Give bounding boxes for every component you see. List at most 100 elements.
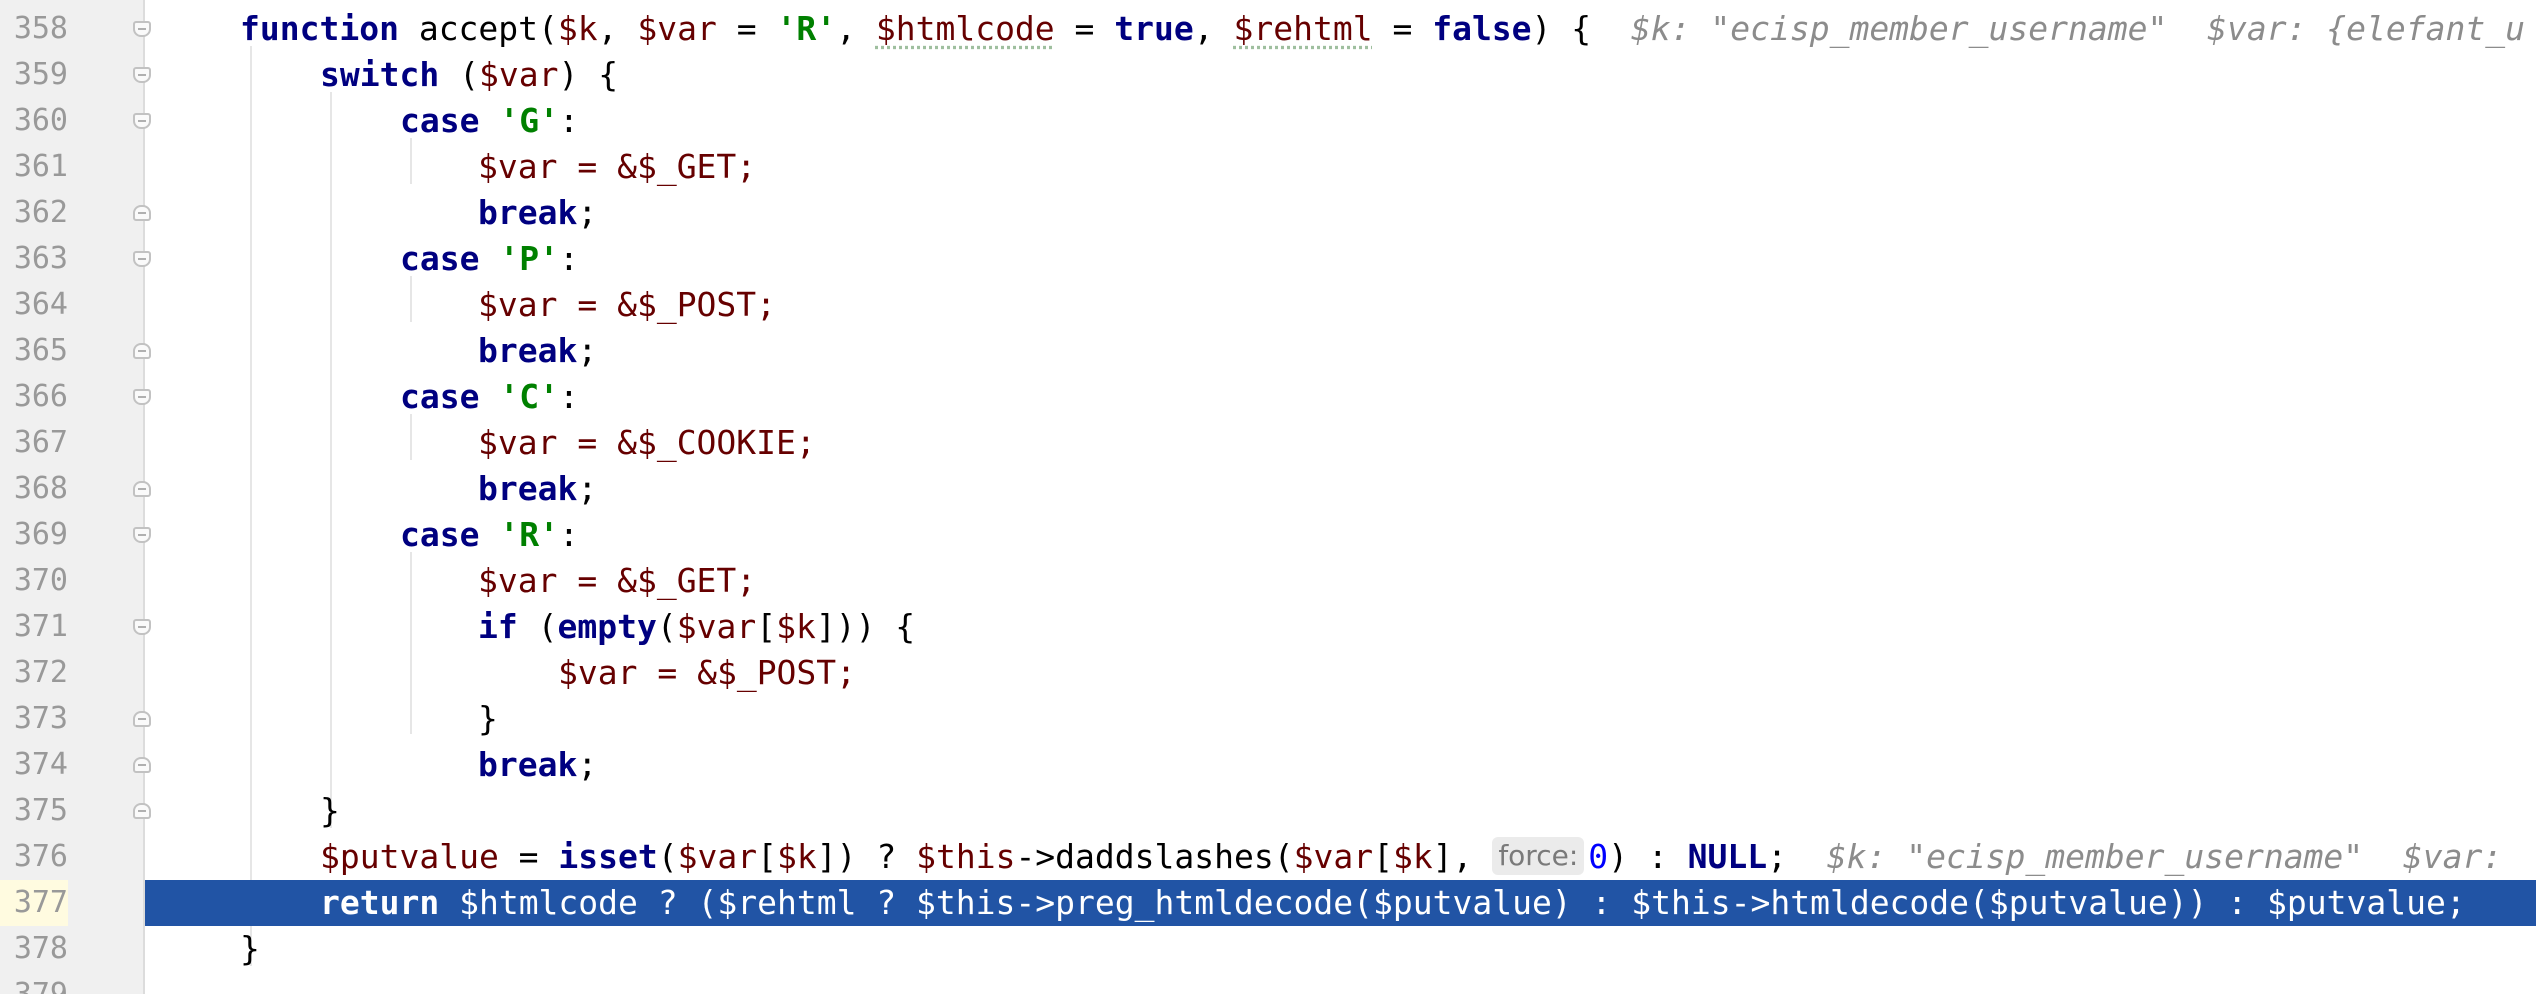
variable: $var <box>558 653 638 692</box>
fold-collapse-icon[interactable] <box>133 527 151 543</box>
keyword: break <box>478 331 578 370</box>
fold-collapse-icon[interactable] <box>133 67 151 83</box>
line-code: case 'R': <box>400 512 579 558</box>
code-line[interactable]: 360 case 'G': <box>0 98 2536 144</box>
code-line[interactable]: 365 break; <box>0 328 2536 374</box>
code-line[interactable]: 369 case 'R': <box>0 512 2536 558</box>
line-code: break; <box>478 742 597 788</box>
token: ])) { <box>815 607 916 646</box>
fold-collapse-icon[interactable] <box>133 21 151 37</box>
code-line[interactable]: 368 break; <box>0 466 2536 512</box>
keyword: if <box>478 607 518 646</box>
fold-end-icon[interactable] <box>133 711 151 727</box>
code-line[interactable]: 361 $var = &$_GET; <box>0 144 2536 190</box>
token: : <box>558 377 579 416</box>
token: ) : <box>1608 837 1688 876</box>
token: : <box>558 239 579 278</box>
line-number: 364 <box>13 287 68 322</box>
keyword: empty <box>557 607 657 646</box>
code-line[interactable]: 370 $var = &$_GET; <box>0 558 2536 604</box>
fold-end-icon[interactable] <box>133 757 151 773</box>
string-literal: 'P' <box>499 239 559 278</box>
line-code: break; <box>478 190 597 236</box>
token: [ <box>1373 837 1393 876</box>
fold-end-icon[interactable] <box>133 481 151 497</box>
variable: $var <box>478 423 558 462</box>
token: , <box>1193 9 1234 48</box>
code-line[interactable]: 366 case 'C': <box>0 374 2536 420</box>
string-literal: 'R' <box>776 9 837 48</box>
closing-brace: } <box>478 699 498 738</box>
keyword: case <box>400 515 480 554</box>
line-number: 366 <box>13 379 68 414</box>
token: ; <box>577 745 598 784</box>
line-number: 379 <box>0 972 68 994</box>
fold-collapse-icon[interactable] <box>133 389 151 405</box>
line-code: function accept($k, $var = 'R', $htmlcod… <box>240 6 2525 52</box>
keyword: NULL <box>1687 837 1768 876</box>
token: ( <box>657 837 678 876</box>
code-line[interactable]: 372 $var = &$_POST; <box>0 650 2536 696</box>
code-line[interactable]: 373 } <box>0 696 2536 742</box>
code-editor[interactable]: 358 function accept($k, $var = 'R', $htm… <box>0 0 2536 994</box>
code-line[interactable]: 375 } <box>0 788 2536 834</box>
token: = &$_GET; <box>557 561 757 600</box>
line-number: 371 <box>13 609 68 644</box>
code-line[interactable]: 364 $var = &$_POST; <box>0 282 2536 328</box>
code-line[interactable]: 378 } <box>0 926 2536 972</box>
code-line[interactable]: 374 break; <box>0 742 2536 788</box>
closing-brace: } <box>240 929 260 968</box>
variable: $k <box>557 9 598 48</box>
line-number: 378 <box>13 931 68 966</box>
line-number: 372 <box>13 655 68 690</box>
variable: $var <box>1293 837 1374 876</box>
fold-collapse-icon[interactable] <box>133 619 151 635</box>
keyword: case <box>400 239 480 278</box>
string-literal: 'G' <box>499 101 559 140</box>
code-line[interactable]: 358 function accept($k, $var = 'R', $htm… <box>0 6 2536 52</box>
variable: $var <box>478 55 559 94</box>
line-number: 367 <box>13 425 68 460</box>
token: [ <box>756 607 777 646</box>
line-number: 376 <box>13 839 68 874</box>
line-code: if (empty($var[$k])) { <box>478 604 915 650</box>
line-code: $var = &$_COOKIE; <box>478 420 816 466</box>
token: ], <box>1432 837 1493 876</box>
line-number: 374 <box>13 747 68 782</box>
code-line[interactable]: 376 $putvalue = isset($var[$k]) ? $this-… <box>0 834 2536 880</box>
token: = &$_POST; <box>637 653 857 692</box>
fold-end-icon[interactable] <box>133 205 151 221</box>
line-code: $var = &$_POST; <box>558 650 856 696</box>
code-line-current[interactable]: 377 return $htmlcode ? ($rehtml ? $this-… <box>0 880 2536 926</box>
token: [ <box>757 837 777 876</box>
keyword: isset <box>558 837 658 876</box>
code-line[interactable]: 362 break; <box>0 190 2536 236</box>
keyword: return <box>320 883 440 922</box>
token: $htmlcode ? ($rehtml ? $this->preg_htmld… <box>439 883 2466 922</box>
line-code: case 'G': <box>400 98 579 144</box>
line-code: break; <box>478 466 597 512</box>
fold-collapse-icon[interactable] <box>133 113 151 129</box>
line-code: $var = &$_GET; <box>478 144 756 190</box>
code-line[interactable]: 367 $var = &$_COOKIE; <box>0 420 2536 466</box>
variable: $rehtml <box>1233 9 1373 48</box>
variable: $var <box>478 561 558 600</box>
line-number: 369 <box>13 517 68 552</box>
code-line[interactable]: 363 case 'P': <box>0 236 2536 282</box>
token: ( <box>517 607 558 646</box>
line-number: 368 <box>13 471 68 506</box>
line-number: 377 <box>0 880 68 926</box>
code-line[interactable]: 359 switch ($var) { <box>0 52 2536 98</box>
string-literal: 'R' <box>499 515 559 554</box>
variable: $k <box>1392 837 1433 876</box>
line-number: 375 <box>13 793 68 828</box>
fold-end-icon[interactable] <box>133 343 151 359</box>
debug-value-hint: $k: "ecisp_member_username" <box>1826 837 2364 876</box>
code-line[interactable]: 379 <box>0 972 2536 994</box>
fold-end-icon[interactable] <box>133 803 151 819</box>
fold-collapse-icon[interactable] <box>133 251 151 267</box>
code-line[interactable]: 371 if (empty($var[$k])) { <box>0 604 2536 650</box>
line-number: 362 <box>13 195 68 230</box>
